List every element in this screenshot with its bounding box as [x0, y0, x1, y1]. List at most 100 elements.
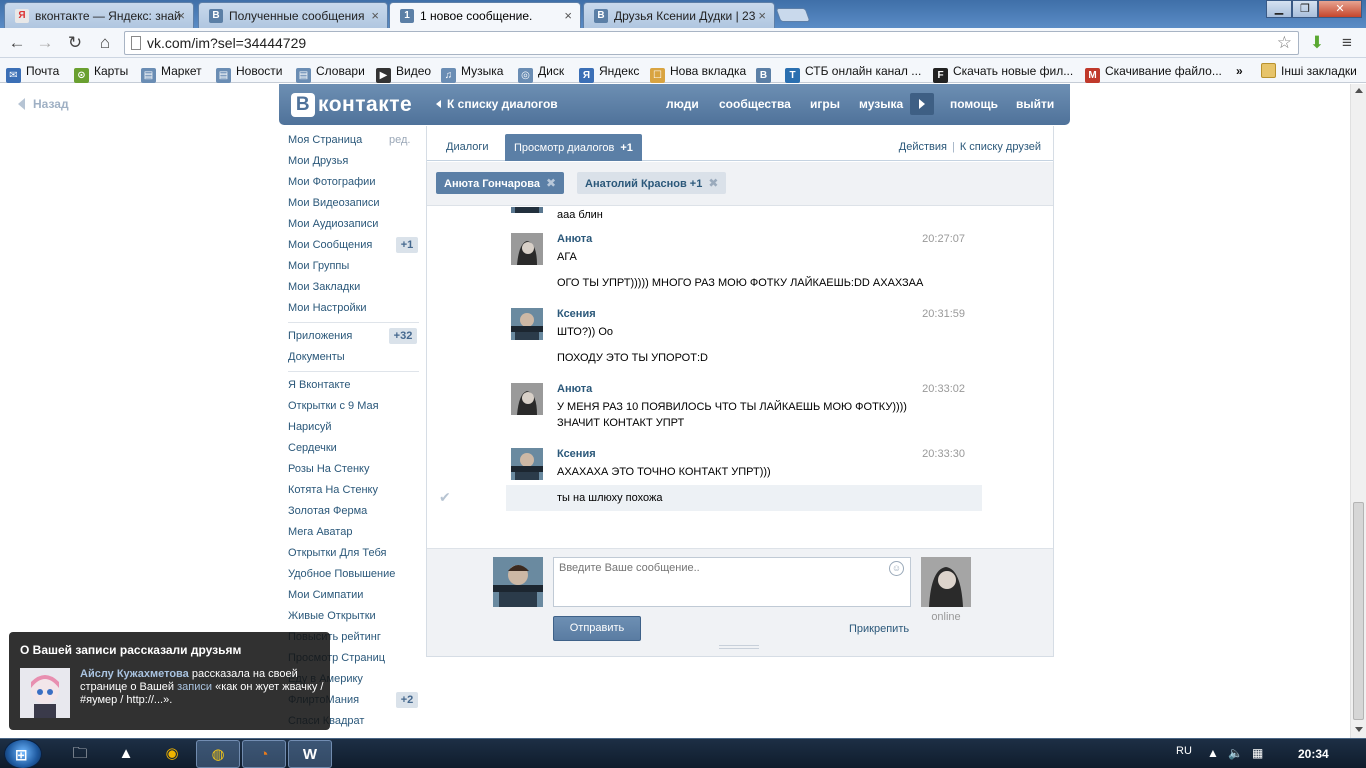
message-author[interactable]: Анюта — [557, 233, 592, 245]
bookmark-downloads[interactable]: M Скачивание файло... — [1085, 62, 1222, 83]
nav-logout[interactable]: выйти — [1016, 97, 1054, 111]
notification-post-link[interactable]: записи — [177, 681, 212, 693]
maximize-icon[interactable]: ❐ — [1292, 0, 1318, 18]
notification-popup[interactable]: О Вашей записи рассказали друзьям Айслу … — [9, 632, 330, 730]
avatar[interactable] — [511, 448, 543, 480]
scroll-up-icon[interactable] — [1355, 88, 1363, 93]
nav-music[interactable]: музыка — [859, 97, 903, 111]
media-player-icon[interactable]: ◉ — [150, 740, 194, 768]
edit-link[interactable]: ред. — [389, 130, 410, 150]
resize-grip[interactable] — [719, 645, 759, 649]
bookmarks-overflow-icon[interactable]: » — [1236, 62, 1243, 80]
menu-icon[interactable]: ≡ — [1336, 33, 1358, 53]
menu-messages[interactable]: Мои Сообщения — [288, 235, 372, 255]
nav-help[interactable]: помощь — [950, 97, 998, 111]
smile-icon[interactable]: ☺ — [889, 561, 904, 576]
close-icon[interactable]: × — [177, 8, 185, 23]
menu-apps[interactable]: Приложения — [288, 326, 352, 346]
word-icon[interactable]: W — [288, 740, 332, 768]
window-close-icon[interactable]: ✕ — [1318, 0, 1362, 18]
message-author[interactable]: Ксения — [557, 448, 596, 460]
messages-count-badge[interactable]: +1 — [396, 237, 418, 253]
menu-photos[interactable]: Мои Фотографии — [288, 172, 375, 192]
scroll-thumb[interactable] — [1353, 502, 1364, 720]
avatar[interactable] — [511, 207, 543, 213]
menu-videos[interactable]: Мои Видеозаписи — [288, 193, 380, 213]
menu-documents[interactable]: Документы — [288, 347, 345, 367]
menu-settings[interactable]: Мои Настройки — [288, 298, 367, 318]
language-indicator[interactable]: RU — [1176, 745, 1192, 757]
chrome-icon[interactable]: ◍ — [196, 740, 240, 768]
nav-more-button[interactable] — [910, 93, 934, 115]
menu-bookmarks[interactable]: Мои Закладки — [288, 277, 360, 297]
app-count-badge[interactable]: +2 — [396, 692, 418, 708]
nav-communities[interactable]: сообщества — [719, 97, 791, 111]
app-link[interactable]: Живые Открытки — [288, 606, 376, 626]
address-bar[interactable]: ☆ — [124, 31, 1299, 55]
app-link[interactable]: Мега Аватар — [288, 522, 352, 542]
attach-link[interactable]: Прикрепить — [849, 623, 909, 635]
bookmark-news[interactable]: ▤ Новости — [216, 62, 282, 83]
close-icon[interactable]: ✖ — [708, 176, 718, 190]
firefox-icon[interactable]: ◔ — [242, 740, 286, 768]
app-link[interactable]: Удобное Повышение — [288, 564, 395, 584]
bookmark-maps[interactable]: ⊙ Карты — [74, 62, 128, 83]
menu-groups[interactable]: Мои Группы — [288, 256, 349, 276]
menu-my-page[interactable]: Моя Страница — [288, 130, 362, 150]
browser-tab-active[interactable]: 1 1 новое сообщение. × — [389, 2, 581, 28]
close-icon[interactable]: ✖ — [546, 176, 556, 190]
home-icon[interactable]: ⌂ — [94, 33, 116, 53]
app-link[interactable]: Открытки Для Тебя — [288, 543, 386, 563]
url-input[interactable] — [147, 33, 1267, 53]
friends-list-link[interactable]: К списку друзей — [960, 141, 1041, 153]
download-arrow-icon[interactable]: ⬇ — [1306, 33, 1328, 53]
bookmark-yandex[interactable]: Я Яндекс — [579, 62, 639, 83]
close-icon[interactable]: × — [758, 8, 766, 23]
actions-link[interactable]: Действия — [899, 141, 947, 153]
clock[interactable]: 20:34 — [1298, 747, 1329, 761]
peer-tab[interactable]: Анатолий Краснов +1 ✖ — [577, 172, 727, 194]
bookmark-video[interactable]: ▶ Видео — [376, 62, 431, 83]
my-avatar[interactable] — [493, 557, 543, 607]
tray-expand-icon[interactable]: ▲ — [1207, 746, 1219, 760]
page-scrollbar[interactable] — [1350, 84, 1366, 738]
bookmark-mail[interactable]: ✉ Почта — [6, 62, 59, 83]
volume-icon[interactable]: 🔈 — [1228, 746, 1243, 760]
back-link[interactable]: Назад — [18, 97, 69, 111]
browser-tab[interactable]: Я вконтакте — Яндекс: знай × — [4, 2, 194, 28]
bookmark-films[interactable]: F Скачать новые фил... — [933, 62, 1073, 83]
notification-avatar[interactable] — [20, 668, 70, 718]
tab-dialogs[interactable]: Диалоги — [446, 141, 489, 153]
bookmark-stb[interactable]: T СТБ онлайн канал ... — [785, 62, 921, 83]
close-icon[interactable]: × — [564, 8, 572, 23]
app-link[interactable]: Котята На Стенку — [288, 480, 378, 500]
peer-tab-active[interactable]: Анюта Гончарова ✖ — [436, 172, 565, 194]
new-tab-button[interactable] — [775, 8, 811, 22]
menu-audios[interactable]: Мои Аудиозаписи — [288, 214, 378, 234]
forward-arrow-icon[interactable]: → — [34, 33, 56, 53]
bookmark-vk[interactable]: B — [756, 62, 776, 83]
nav-people[interactable]: люди — [666, 97, 699, 111]
bookmark-star-icon[interactable]: ☆ — [1277, 33, 1292, 53]
tab-view-dialogs[interactable]: Просмотр диалогов +1 — [505, 134, 642, 161]
other-bookmarks[interactable]: Інші закладки — [1261, 62, 1357, 80]
app-link[interactable]: Золотая Ферма — [288, 501, 367, 521]
nav-games[interactable]: игры — [810, 97, 840, 111]
app-link[interactable]: Я Вконтакте — [288, 375, 350, 395]
minimize-icon[interactable]: ▁ — [1266, 0, 1292, 18]
bookmark-dictionaries[interactable]: ▤ Словари — [296, 62, 365, 83]
browser-tab[interactable]: B Друзья Ксении Дудки | 23 × — [583, 2, 775, 28]
bookmark-disk[interactable]: ◎ Диск — [518, 62, 564, 83]
back-to-dialogs-link[interactable]: К списку диалогов — [436, 97, 558, 111]
app-link[interactable]: Сердечки — [288, 438, 337, 458]
message-input[interactable] — [553, 557, 911, 607]
avatar[interactable] — [511, 383, 543, 415]
app-link[interactable]: Нарисуй — [288, 417, 331, 437]
reload-icon[interactable]: ↻ — [64, 33, 86, 53]
message-author[interactable]: Анюта — [557, 383, 592, 395]
browser-tab[interactable]: B Полученные сообщения × — [198, 2, 388, 28]
sync-triangle-icon[interactable]: ▲ — [104, 740, 148, 768]
vk-logo[interactable]: Вконтакте — [291, 93, 412, 117]
scroll-down-icon[interactable] — [1355, 727, 1363, 732]
app-link[interactable]: Открытки с 9 Мая — [288, 396, 379, 416]
